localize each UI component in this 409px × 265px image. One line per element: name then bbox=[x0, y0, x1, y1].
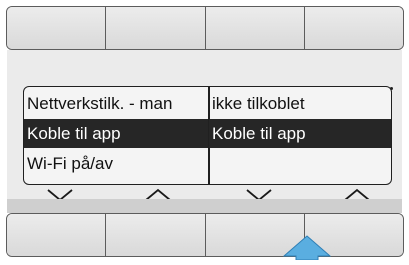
right-item-empty[interactable] bbox=[209, 149, 391, 178]
menu-box: Nettverkstilk. - man Koble til app Wi-Fi… bbox=[23, 86, 392, 185]
right-item-status[interactable]: ikke tilkoblet bbox=[209, 89, 391, 118]
bottom-softkey-1[interactable] bbox=[7, 214, 107, 256]
scroll-indicator bbox=[390, 87, 393, 90]
top-softkey-3[interactable] bbox=[205, 7, 305, 49]
left-item-network-connection[interactable]: Nettverkstilk. - man bbox=[24, 89, 208, 118]
left-item-connect-app[interactable]: Koble til app bbox=[24, 119, 208, 148]
top-softkey-bar bbox=[6, 6, 404, 50]
right-item-connect-app[interactable]: Koble til app bbox=[209, 119, 391, 148]
top-softkey-4[interactable] bbox=[304, 7, 403, 49]
bottom-softkey-2[interactable] bbox=[106, 214, 206, 256]
press-indicator-arrow-icon bbox=[282, 235, 332, 261]
display-screen: Nettverkstilk. - man Koble til app Wi-Fi… bbox=[7, 50, 402, 213]
screen-bottom-strip bbox=[7, 199, 402, 213]
bottom-softkey-bar bbox=[6, 213, 404, 257]
left-column: Nettverkstilk. - man Koble til app Wi-Fi… bbox=[24, 87, 208, 184]
top-softkey-1[interactable] bbox=[7, 7, 107, 49]
top-softkey-2[interactable] bbox=[106, 7, 206, 49]
right-column: ikke tilkoblet Koble til app bbox=[209, 87, 391, 184]
left-item-wifi-toggle[interactable]: Wi-Fi på/av bbox=[24, 149, 208, 178]
device-panel: Nettverkstilk. - man Koble til app Wi-Fi… bbox=[0, 0, 409, 261]
